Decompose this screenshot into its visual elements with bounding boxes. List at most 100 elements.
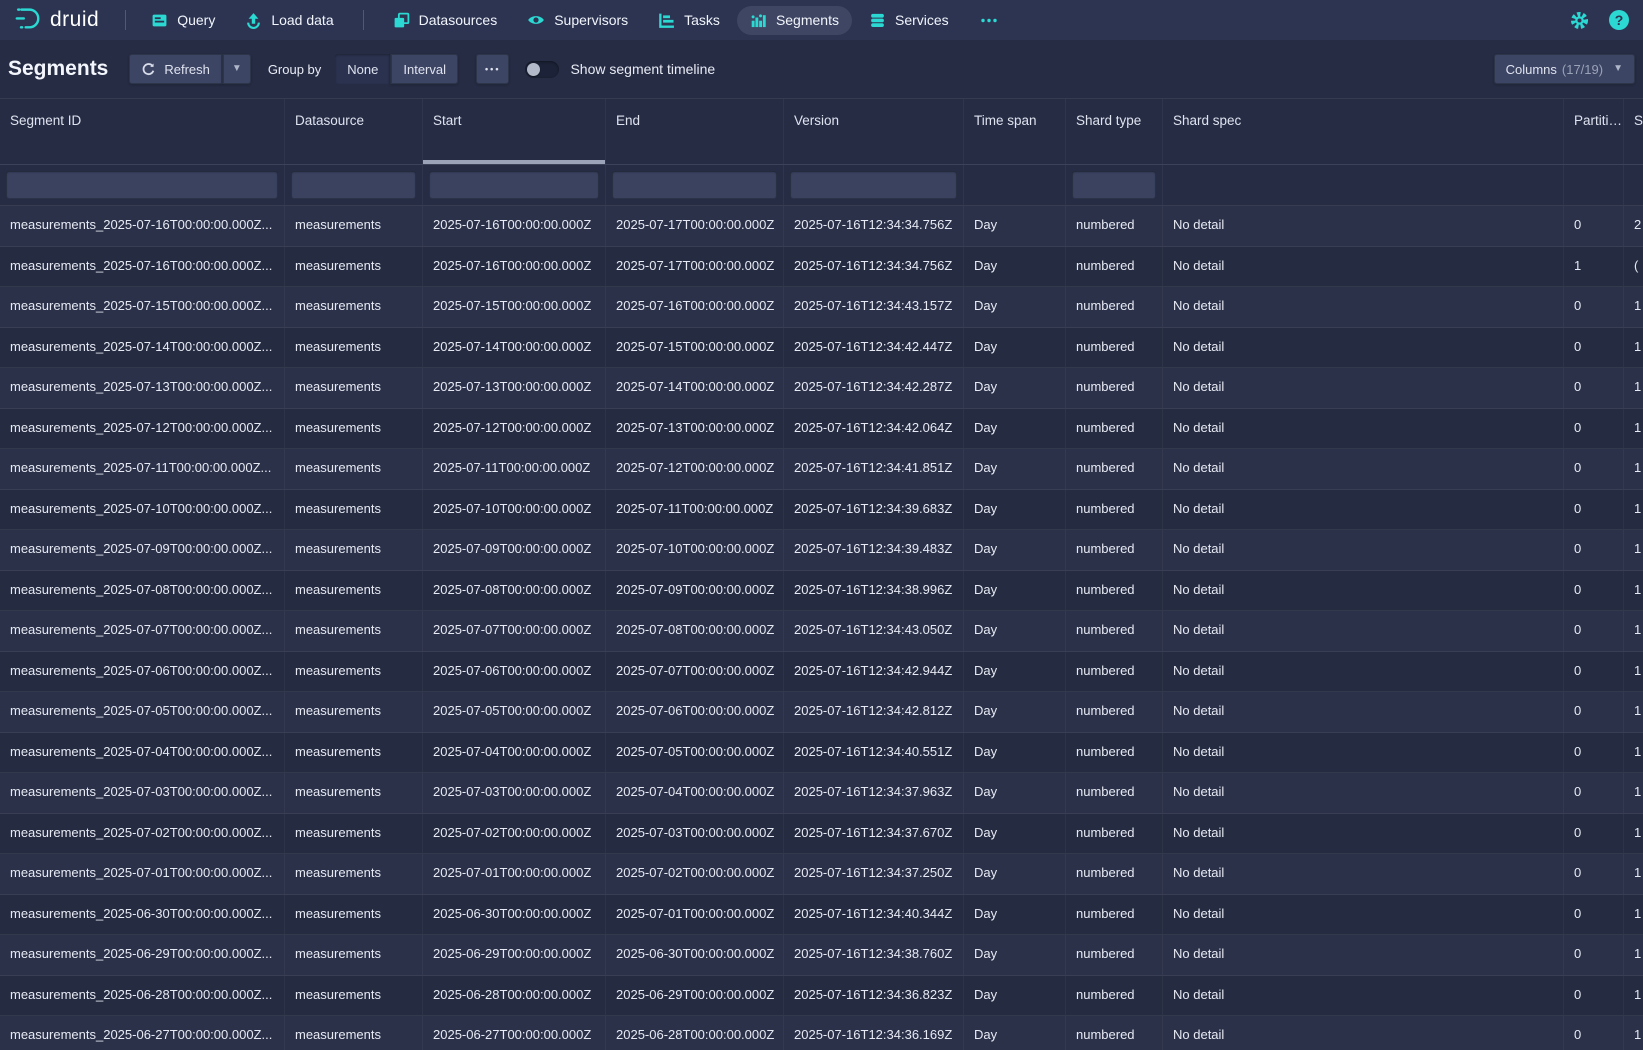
cell-partition[interactable]: 0 (1564, 773, 1624, 813)
cell-datasource[interactable]: measurements (285, 328, 423, 368)
cell-partition[interactable]: 0 (1564, 287, 1624, 327)
cell-start[interactable]: 2025-06-30T00:00:00.000Z (423, 895, 606, 935)
cell-time-span[interactable]: Day (964, 692, 1066, 732)
nav-item-tasks[interactable]: Tasks (645, 6, 733, 35)
cell-shard-type[interactable]: numbered (1066, 530, 1163, 570)
filter-input-datasource[interactable] (291, 171, 416, 199)
cell-start[interactable]: 2025-07-11T00:00:00.000Z (423, 449, 606, 489)
cell-shard-type[interactable]: numbered (1066, 854, 1163, 894)
cell-segment-id[interactable]: measurements_2025-07-15T00:00:00.000Z... (0, 287, 285, 327)
group-by-option-none[interactable]: None (335, 54, 390, 84)
column-header-end[interactable]: End (606, 99, 784, 164)
cell-datasource[interactable]: measurements (285, 530, 423, 570)
cell-shard-spec[interactable]: No detail (1163, 814, 1564, 854)
cell-segment-id[interactable]: measurements_2025-06-30T00:00:00.000Z... (0, 895, 285, 935)
cell-size[interactable]: 1 (1624, 449, 1643, 489)
cell-shard-type[interactable]: numbered (1066, 490, 1163, 530)
cell-partition[interactable]: 0 (1564, 449, 1624, 489)
cell-segment-id[interactable]: measurements_2025-07-16T00:00:00.000Z... (0, 247, 285, 287)
cell-end[interactable]: 2025-07-13T00:00:00.000Z (606, 409, 784, 449)
cell-time-span[interactable]: Day (964, 530, 1066, 570)
cell-segment-id[interactable]: measurements_2025-07-14T00:00:00.000Z... (0, 328, 285, 368)
cell-segment-id[interactable]: measurements_2025-07-06T00:00:00.000Z... (0, 652, 285, 692)
cell-datasource[interactable]: measurements (285, 976, 423, 1016)
refresh-options-caret-button[interactable]: ▼ (222, 54, 251, 84)
cell-shard-spec[interactable]: No detail (1163, 895, 1564, 935)
cell-version[interactable]: 2025-07-16T12:34:40.551Z (784, 733, 964, 773)
cell-datasource[interactable]: measurements (285, 814, 423, 854)
cell-datasource[interactable]: measurements (285, 935, 423, 975)
cell-shard-type[interactable]: numbered (1066, 247, 1163, 287)
cell-start[interactable]: 2025-07-10T00:00:00.000Z (423, 490, 606, 530)
cell-segment-id[interactable]: measurements_2025-07-09T00:00:00.000Z... (0, 530, 285, 570)
cell-datasource[interactable]: measurements (285, 854, 423, 894)
cell-time-span[interactable]: Day (964, 773, 1066, 813)
cell-end[interactable]: 2025-07-16T00:00:00.000Z (606, 287, 784, 327)
cell-start[interactable]: 2025-06-28T00:00:00.000Z (423, 976, 606, 1016)
cell-segment-id[interactable]: measurements_2025-07-10T00:00:00.000Z... (0, 490, 285, 530)
cell-end[interactable]: 2025-07-14T00:00:00.000Z (606, 368, 784, 408)
cell-end[interactable]: 2025-07-17T00:00:00.000Z (606, 247, 784, 287)
cell-shard-type[interactable]: numbered (1066, 206, 1163, 246)
cell-time-span[interactable]: Day (964, 935, 1066, 975)
cell-start[interactable]: 2025-07-08T00:00:00.000Z (423, 571, 606, 611)
cell-segment-id[interactable]: measurements_2025-06-29T00:00:00.000Z... (0, 935, 285, 975)
cell-size[interactable]: 1 (1624, 571, 1643, 611)
columns-button[interactable]: Columns (17/19) ▼ (1494, 54, 1635, 84)
filter-input-shard-type[interactable] (1072, 171, 1156, 199)
cell-datasource[interactable]: measurements (285, 287, 423, 327)
cell-end[interactable]: 2025-07-07T00:00:00.000Z (606, 652, 784, 692)
cell-version[interactable]: 2025-07-16T12:34:39.683Z (784, 490, 964, 530)
cell-version[interactable]: 2025-07-16T12:34:37.963Z (784, 773, 964, 813)
cell-partition[interactable]: 0 (1564, 368, 1624, 408)
cell-segment-id[interactable]: measurements_2025-07-05T00:00:00.000Z... (0, 692, 285, 732)
cell-datasource[interactable]: measurements (285, 247, 423, 287)
column-header-shard-spec[interactable]: Shard spec (1163, 99, 1564, 164)
cell-datasource[interactable]: measurements (285, 206, 423, 246)
cell-shard-type[interactable]: numbered (1066, 287, 1163, 327)
cell-shard-spec[interactable]: No detail (1163, 409, 1564, 449)
cell-shard-spec[interactable]: No detail (1163, 854, 1564, 894)
cell-version[interactable]: 2025-07-16T12:34:38.996Z (784, 571, 964, 611)
cell-shard-type[interactable]: numbered (1066, 409, 1163, 449)
cell-end[interactable]: 2025-07-17T00:00:00.000Z (606, 206, 784, 246)
cell-datasource[interactable]: measurements (285, 409, 423, 449)
cell-shard-spec[interactable]: No detail (1163, 328, 1564, 368)
cell-datasource[interactable]: measurements (285, 733, 423, 773)
cell-shard-spec[interactable]: No detail (1163, 206, 1564, 246)
cell-time-span[interactable]: Day (964, 814, 1066, 854)
filter-input-version[interactable] (790, 171, 957, 199)
cell-version[interactable]: 2025-07-16T12:34:36.169Z (784, 1016, 964, 1050)
druid-logo[interactable]: druid (14, 4, 99, 37)
cell-datasource[interactable]: measurements (285, 895, 423, 935)
nav-item-query[interactable]: Query (138, 6, 228, 35)
cell-size[interactable]: 1 (1624, 328, 1643, 368)
cell-version[interactable]: 2025-07-16T12:34:42.812Z (784, 692, 964, 732)
cell-version[interactable]: 2025-07-16T12:34:43.157Z (784, 287, 964, 327)
cell-shard-type[interactable]: numbered (1066, 328, 1163, 368)
cell-partition[interactable]: 0 (1564, 733, 1624, 773)
cell-partition[interactable]: 0 (1564, 530, 1624, 570)
cell-size[interactable]: 1 (1624, 409, 1643, 449)
cell-time-span[interactable]: Day (964, 247, 1066, 287)
cell-version[interactable]: 2025-07-16T12:34:42.064Z (784, 409, 964, 449)
segment-timeline-toggle[interactable] (525, 61, 559, 78)
cell-segment-id[interactable]: measurements_2025-07-07T00:00:00.000Z... (0, 611, 285, 651)
cell-start[interactable]: 2025-07-01T00:00:00.000Z (423, 854, 606, 894)
cell-segment-id[interactable]: measurements_2025-07-12T00:00:00.000Z... (0, 409, 285, 449)
cell-shard-type[interactable]: numbered (1066, 976, 1163, 1016)
column-header-partition[interactable]: Partition (1564, 99, 1624, 164)
cell-partition[interactable]: 0 (1564, 935, 1624, 975)
cell-time-span[interactable]: Day (964, 368, 1066, 408)
cell-partition[interactable]: 0 (1564, 490, 1624, 530)
cell-segment-id[interactable]: measurements_2025-07-13T00:00:00.000Z... (0, 368, 285, 408)
cell-datasource[interactable]: measurements (285, 368, 423, 408)
cell-start[interactable]: 2025-07-12T00:00:00.000Z (423, 409, 606, 449)
cell-shard-spec[interactable]: No detail (1163, 733, 1564, 773)
cell-datasource[interactable]: measurements (285, 449, 423, 489)
cell-end[interactable]: 2025-07-03T00:00:00.000Z (606, 814, 784, 854)
cell-shard-spec[interactable]: No detail (1163, 530, 1564, 570)
cell-version[interactable]: 2025-07-16T12:34:43.050Z (784, 611, 964, 651)
column-header-time-span[interactable]: Time span (964, 99, 1066, 164)
cell-size[interactable]: 1 (1624, 490, 1643, 530)
